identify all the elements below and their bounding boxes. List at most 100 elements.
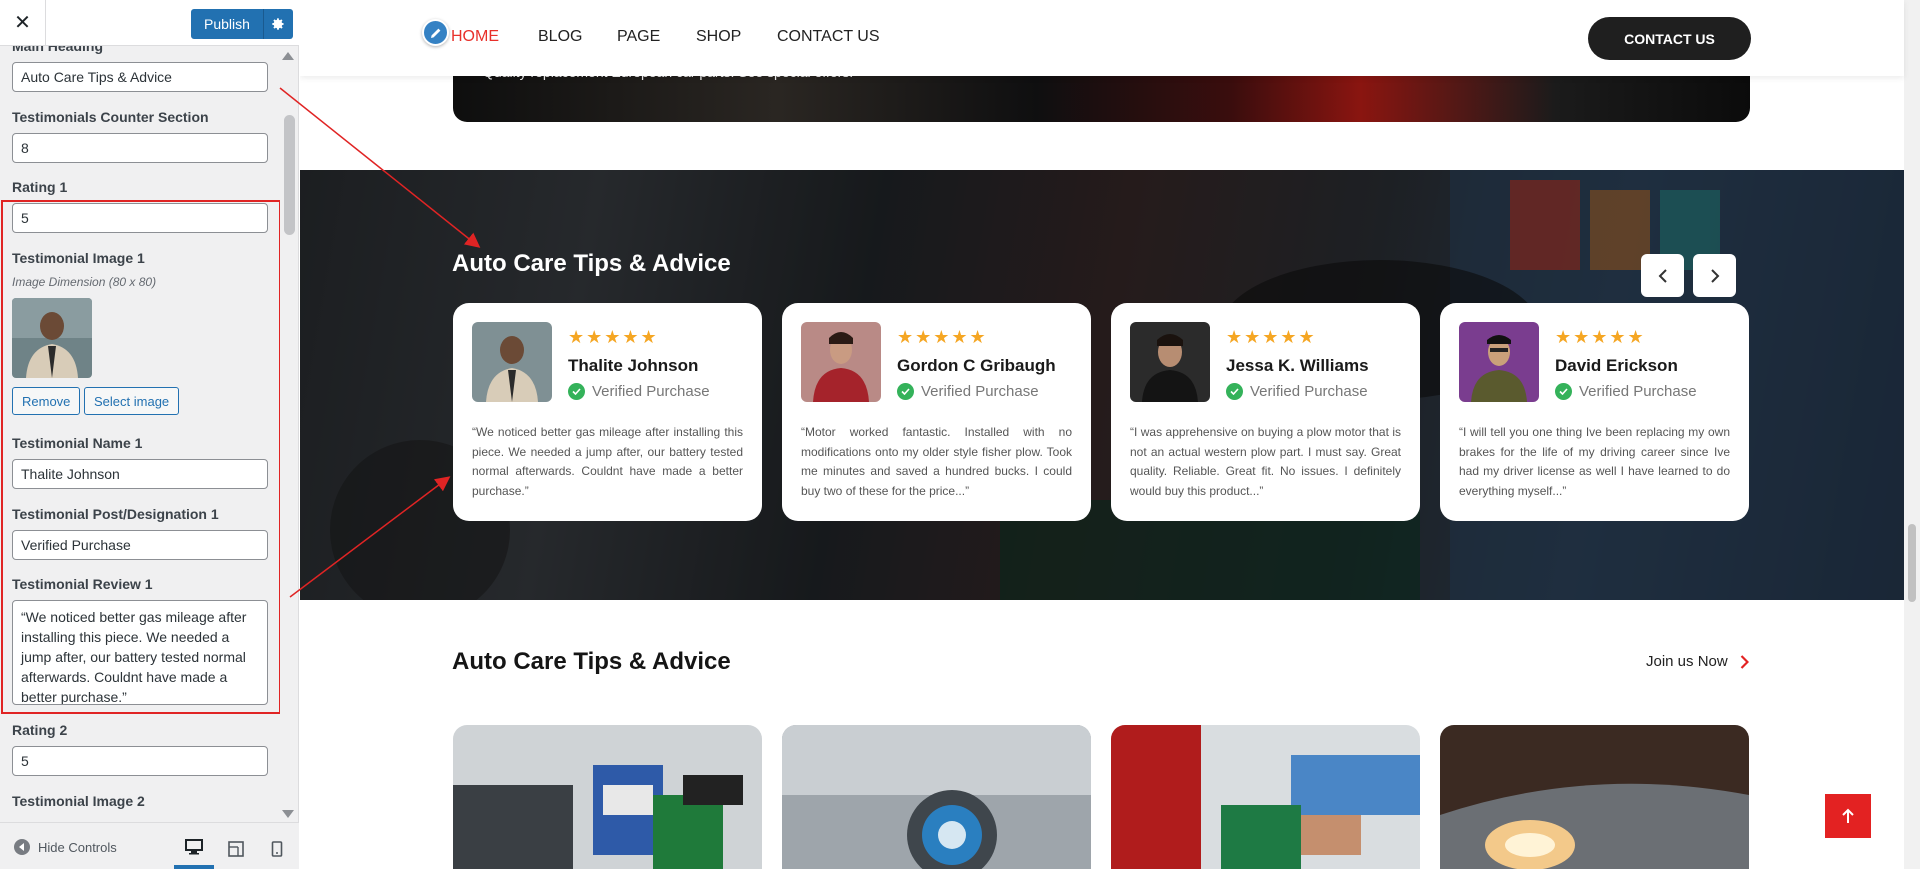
testimonial-name: David Erickson (1555, 356, 1678, 375)
main-heading-input[interactable]: Auto Care Tips & Advice (12, 62, 268, 92)
testimonial-post: Verified Purchase (897, 383, 1039, 400)
check-circle-icon (897, 383, 914, 400)
preview-desktop-button[interactable] (174, 829, 214, 869)
gear-icon (272, 18, 285, 30)
testimonial-review: “I was apprehensive on buying a plow mot… (1130, 425, 1401, 498)
nav-contact[interactable]: CONTACT US (777, 28, 880, 46)
arrow-up-icon (1842, 808, 1854, 823)
site-preview[interactable]: Quality replacement European car parts. … (300, 0, 1920, 869)
testimonials-title: Auto Care Tips & Advice (452, 250, 731, 277)
rating-stars: ★★★★★ (568, 327, 659, 347)
post-label: Verified Purchase (921, 383, 1039, 400)
tips-card-image[interactable] (453, 725, 762, 869)
name1-label: Testimonial Name 1 (12, 435, 143, 451)
mobile-icon (271, 841, 283, 857)
avatar (801, 322, 881, 402)
image2-label: Testimonial Image 2 (12, 793, 145, 809)
chevron-right-icon (1740, 654, 1749, 669)
hide-controls-label: Hide Controls (38, 839, 117, 855)
rating1-label: Rating 1 (12, 179, 68, 195)
edit-shortcut-button[interactable] (422, 19, 449, 46)
counter-label: Testimonials Counter Section (12, 109, 209, 125)
rating-stars: ★★★★★ (1555, 327, 1646, 347)
image1-label: Testimonial Image 1 (12, 250, 145, 266)
preview-tablet-button[interactable] (216, 829, 256, 869)
preview-scrollbar[interactable] (1904, 0, 1920, 869)
testimonial-post: Verified Purchase (568, 383, 710, 400)
testimonial-name: Gordon C Gribaugh (897, 356, 1056, 375)
post-label: Verified Purchase (592, 383, 710, 400)
customizer-sidebar: ✕ Publish Main Heading Auto Care Tips & … (0, 0, 299, 869)
counter-input[interactable]: 8 (12, 133, 268, 163)
testimonial-card: ★★★★★ Thalite Johnson Verified Purchase … (453, 303, 762, 521)
rating1-input[interactable]: 5 (12, 203, 268, 233)
check-circle-icon (568, 383, 585, 400)
avatar (1459, 322, 1539, 402)
nav-blog[interactable]: BLOG (538, 28, 582, 46)
post-label: Verified Purchase (1579, 383, 1697, 400)
post1-input[interactable]: Verified Purchase (12, 530, 268, 560)
select-image-button[interactable]: Select image (84, 387, 180, 415)
close-icon: ✕ (14, 12, 31, 34)
check-circle-icon (1226, 383, 1243, 400)
nav-shop[interactable]: SHOP (696, 28, 741, 46)
testimonial-name: Jessa K. Williams (1226, 356, 1369, 375)
publish-group: Publish (191, 9, 293, 39)
publish-button[interactable]: Publish (191, 9, 263, 39)
remove-image-button[interactable]: Remove (12, 387, 81, 415)
close-customizer-button[interactable]: ✕ (0, 0, 46, 45)
testimonial-name: Thalite Johnson (568, 356, 699, 375)
chevron-right-icon (1710, 268, 1719, 283)
carousel-next-button[interactable] (1693, 254, 1736, 297)
testimonial-image-thumbnail[interactable] (12, 298, 92, 378)
testimonial-review: “Motor worked fantastic. Installed with … (801, 425, 1072, 498)
nav-home[interactable]: HOME (451, 28, 499, 46)
name1-input[interactable]: Thalite Johnson (12, 459, 268, 489)
check-circle-icon (1555, 383, 1572, 400)
tips-card-image[interactable] (1111, 725, 1420, 869)
avatar (472, 322, 552, 402)
rating2-input[interactable]: 5 (12, 746, 268, 776)
avatar (1130, 322, 1210, 402)
chevron-left-icon (1658, 268, 1667, 283)
review1-textarea[interactable]: “We noticed better gas mileage after ins… (12, 600, 268, 705)
post-label: Verified Purchase (1250, 383, 1368, 400)
testimonial-post: Verified Purchase (1226, 383, 1368, 400)
rating-stars: ★★★★★ (1226, 327, 1317, 347)
customizer-footer: Hide Controls (0, 822, 299, 869)
testimonial-post: Verified Purchase (1555, 383, 1697, 400)
back-to-top-button[interactable] (1825, 794, 1871, 838)
tips-card-image[interactable] (782, 725, 1091, 869)
scroll-up-arrow-icon[interactable] (282, 52, 294, 60)
tablet-icon (228, 841, 244, 857)
preview-mobile-button[interactable] (257, 829, 297, 869)
rating-stars: ★★★★★ (897, 327, 988, 347)
testimonial-card: ★★★★★ Jessa K. Williams Verified Purchas… (1111, 303, 1420, 521)
sidebar-scroll-thumb[interactable] (284, 115, 295, 235)
customizer-controls[interactable]: Main Heading Auto Care Tips & Advice Tes… (0, 46, 299, 822)
carousel-prev-button[interactable] (1641, 254, 1684, 297)
preview-scroll-thumb[interactable] (1908, 524, 1916, 602)
site-navbar: HOME BLOG PAGE SHOP CONTACT US CONTACT U… (300, 0, 1904, 76)
nav-page[interactable]: PAGE (617, 28, 660, 46)
review1-label: Testimonial Review 1 (12, 576, 153, 592)
join-us-link[interactable]: Join us Now (1646, 653, 1749, 670)
testimonial-card: ★★★★★ Gordon C Gribaugh Verified Purchas… (782, 303, 1091, 521)
publish-settings-button[interactable] (262, 9, 293, 39)
scroll-down-arrow-icon[interactable] (282, 810, 294, 818)
pencil-icon (430, 28, 440, 38)
testimonial-review: “We noticed better gas mileage after ins… (472, 425, 743, 498)
testimonial-review: “I will tell you one thing Ive been repl… (1459, 425, 1730, 498)
customizer-header: ✕ Publish (0, 0, 299, 46)
tips-card-image[interactable] (1440, 725, 1749, 869)
testimonial-card: ★★★★★ David Erickson Verified Purchase “… (1440, 303, 1749, 521)
hide-controls-button[interactable]: Hide Controls (14, 839, 117, 855)
rating2-label: Rating 2 (12, 722, 68, 738)
image1-description: Image Dimension (80 x 80) (12, 275, 157, 289)
join-us-label: Join us Now (1646, 653, 1728, 670)
contact-us-button[interactable]: CONTACT US (1588, 17, 1751, 60)
post1-label: Testimonial Post/Designation 1 (12, 506, 219, 522)
tips-section-title: Auto Care Tips & Advice (452, 648, 731, 675)
main-heading-label: Main Heading (12, 46, 104, 54)
desktop-icon (185, 839, 203, 855)
